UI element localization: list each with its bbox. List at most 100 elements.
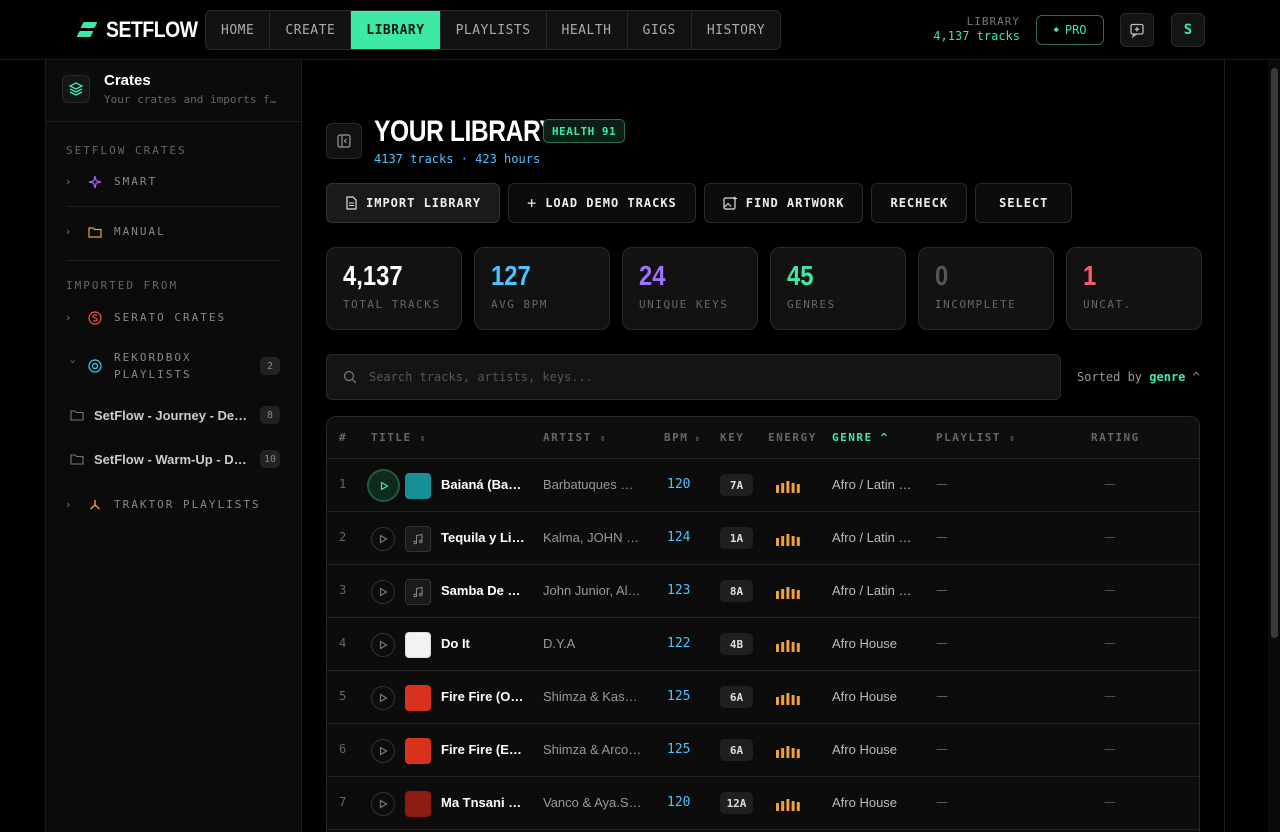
- sidebar-item-smart[interactable]: › SMART: [66, 173, 280, 190]
- scrollbar-thumb[interactable]: [1271, 68, 1278, 638]
- col-artist[interactable]: ARTIST ⇕: [543, 431, 607, 444]
- stat-genres: 45 GENRES: [770, 247, 906, 330]
- play-icon: [379, 746, 388, 756]
- play-button[interactable]: [371, 633, 395, 657]
- track-title[interactable]: Fire Fire (Original Mix): [441, 689, 525, 704]
- nav-library[interactable]: LIBRARY: [351, 11, 441, 49]
- track-bpm: 125: [667, 689, 691, 704]
- sidebar-playlist-item[interactable]: SetFlow - Journey - Deep… 8: [70, 406, 280, 425]
- library-count-value: 4,137 tracks: [933, 29, 1020, 43]
- col-energy[interactable]: ENERGY: [768, 431, 817, 444]
- tracks-table: # TITLE ⇕ ARTIST ⇕ BPM ↕ KEY ENERGY GENR…: [326, 416, 1200, 832]
- sidebar-item-serato[interactable]: › SERATO CRATES: [66, 309, 280, 326]
- avatar: S: [1183, 22, 1193, 38]
- sidebar-item-traktor[interactable]: › TRAKTOR PLAYLISTS: [66, 496, 280, 513]
- user-avatar-button[interactable]: S: [1171, 13, 1205, 47]
- track-genre: Afro / Latin / …: [832, 583, 914, 598]
- track-rating[interactable]: —: [1104, 689, 1116, 703]
- stat-uncategorized[interactable]: 1 UNCAT.: [1066, 247, 1202, 330]
- track-rating[interactable]: —: [1104, 636, 1116, 650]
- nav-home[interactable]: HOME: [206, 11, 271, 49]
- logo[interactable]: SETFLOW: [76, 17, 210, 43]
- find-artwork-button[interactable]: FIND ARTWORK: [703, 183, 864, 223]
- track-title[interactable]: Tequila y Limón: [441, 530, 525, 545]
- track-rating[interactable]: —: [1104, 477, 1116, 491]
- table-row[interactable]: 6 Fire Fire (Extended) Shimza & Arco… 125 6A…: [327, 724, 1199, 777]
- nav-gigs[interactable]: GIGS: [628, 11, 692, 49]
- track-bpm: 120: [667, 795, 691, 810]
- chevron-up-icon: ^: [1192, 370, 1200, 384]
- table-row[interactable]: 4 Do It D.Y.A 122 4B Afro House — —: [327, 618, 1199, 671]
- track-title[interactable]: Baianá (Bakermat Remix): [441, 477, 525, 492]
- energy-meter: [776, 693, 800, 705]
- chevron-right-icon: ›: [66, 175, 71, 188]
- col-title[interactable]: TITLE ⇕: [371, 431, 427, 444]
- import-library-button[interactable]: IMPORT LIBRARY: [326, 183, 501, 223]
- col-playlist[interactable]: PLAYLIST ⇕: [936, 431, 1016, 444]
- table-row[interactable]: 2 Tequila y Limón Kalma, JOHN … 124 1A Afro /…: [327, 512, 1199, 565]
- collapse-sidebar-button[interactable]: [326, 123, 362, 159]
- sidebar-item-manual[interactable]: › MANUAL: [66, 223, 280, 240]
- play-button[interactable]: [367, 469, 400, 502]
- track-genre: Afro House: [832, 795, 898, 810]
- load-demo-tracks-button[interactable]: + LOAD DEMO TRACKS: [508, 183, 696, 223]
- row-number: 4: [339, 636, 347, 650]
- music-note-icon: [412, 530, 424, 549]
- col-genre-label: GENRE: [832, 431, 873, 444]
- page-title: YOUR LIBRARY: [374, 115, 556, 148]
- energy-meter: [776, 746, 800, 758]
- play-button[interactable]: [371, 792, 395, 816]
- track-rating[interactable]: —: [1104, 530, 1116, 544]
- play-button[interactable]: [371, 686, 395, 710]
- select-button[interactable]: SELECT: [975, 183, 1073, 223]
- table-row[interactable]: 5 Fire Fire (Original Mix) Shimza & Kas… 12…: [327, 671, 1199, 724]
- track-bpm: 124: [667, 530, 691, 545]
- track-rating[interactable]: —: [1104, 742, 1116, 756]
- layers-icon: [62, 75, 90, 103]
- stat-total-tracks: 4,137 TOTAL TRACKS: [326, 247, 462, 330]
- track-rating[interactable]: —: [1104, 583, 1116, 597]
- track-rating[interactable]: —: [1104, 795, 1116, 809]
- play-icon: [379, 587, 388, 597]
- play-button[interactable]: [371, 580, 395, 604]
- sort-indicator[interactable]: Sorted by genre ^: [1077, 370, 1200, 384]
- sidebar-item-rekordbox[interactable]: › REKORDBOX PLAYLISTS 2: [66, 349, 280, 383]
- stat-incomplete[interactable]: 0 INCOMPLETE: [918, 247, 1054, 330]
- sidebar-playlist-item[interactable]: SetFlow - Warm-Up - D… 10: [70, 450, 280, 469]
- col-key[interactable]: KEY: [720, 431, 744, 444]
- search-input[interactable]: [369, 370, 1019, 384]
- play-button[interactable]: [371, 739, 395, 763]
- col-bpm-label: BPM: [664, 431, 689, 444]
- library-count-label: LIBRARY: [966, 15, 1020, 28]
- track-title[interactable]: Samba De Janeiro: [441, 583, 525, 598]
- feedback-button[interactable]: [1120, 13, 1154, 47]
- table-row[interactable]: 1 Baianá (Bakermat Remix) Barbatuques … 120…: [327, 459, 1199, 512]
- track-artist: Barbatuques …: [543, 477, 634, 492]
- nav-health[interactable]: HEALTH: [547, 11, 628, 49]
- right-gutter: [1224, 60, 1268, 832]
- col-bpm[interactable]: BPM ↕: [664, 431, 701, 444]
- play-button[interactable]: [371, 527, 395, 551]
- health-badge[interactable]: HEALTH 91: [543, 119, 626, 143]
- select-label: SELECT: [999, 196, 1049, 210]
- track-playlist: —: [936, 477, 948, 491]
- energy-meter: [776, 799, 800, 811]
- col-rating[interactable]: RATING: [1091, 431, 1140, 444]
- col-genre[interactable]: GENRE ^: [832, 431, 889, 444]
- recheck-button[interactable]: RECHECK: [871, 183, 968, 223]
- nav-create[interactable]: CREATE: [270, 11, 352, 49]
- track-key: 6A: [720, 686, 753, 708]
- col-title-label: TITLE: [371, 431, 412, 444]
- table-row[interactable]: 7 Ma Tnsani (Original Mix) Vanco & Aya.S… 1…: [327, 777, 1199, 830]
- nav-playlists[interactable]: PLAYLISTS: [441, 11, 547, 49]
- track-title[interactable]: Fire Fire (Extended): [441, 742, 525, 757]
- sidebar-subtitle: Your crates and imports f…: [104, 93, 277, 106]
- sidebar-item-label: SERATO CRATES: [114, 311, 227, 324]
- track-title[interactable]: Ma Tnsani (Original Mix): [441, 795, 525, 810]
- pro-button[interactable]: ◆ PRO: [1036, 15, 1104, 45]
- nav-history[interactable]: HISTORY: [692, 11, 780, 49]
- table-row[interactable]: 3 Samba De Janeiro John Junior, Al… 123 8A Af…: [327, 565, 1199, 618]
- crates-sidebar: Crates Your crates and imports f… SETFLO…: [45, 60, 302, 832]
- track-title[interactable]: Do It: [441, 636, 525, 651]
- page-subtitle: 4137 tracks · 423 hours: [374, 152, 541, 166]
